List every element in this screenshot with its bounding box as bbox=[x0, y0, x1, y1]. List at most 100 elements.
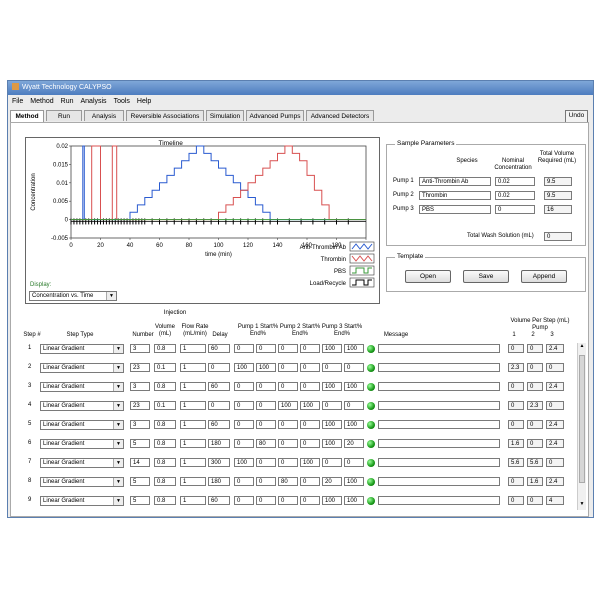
step-p3e-input[interactable]: 100 bbox=[344, 477, 364, 486]
step-vol-input[interactable]: 0.8 bbox=[154, 344, 176, 353]
step-delay-input[interactable]: 60 bbox=[208, 496, 230, 505]
step-p3s-input[interactable]: 0 bbox=[322, 363, 342, 372]
step-p2e-input[interactable]: 100 bbox=[300, 458, 320, 467]
step-p3e-input[interactable]: 0 bbox=[344, 401, 364, 410]
tab-advanced-pumps[interactable]: Advanced Pumps bbox=[246, 110, 304, 121]
step-vol-input[interactable]: 0.1 bbox=[154, 363, 176, 372]
pump-3-species-input[interactable]: PBS bbox=[419, 205, 491, 214]
pump-1-conc-input[interactable]: 0.02 bbox=[495, 177, 535, 186]
step-p1s-input[interactable]: 0 bbox=[234, 439, 254, 448]
step-p3e-input[interactable]: 100 bbox=[344, 496, 364, 505]
step-p2s-input[interactable]: 0 bbox=[278, 496, 298, 505]
step-flow-input[interactable]: 1 bbox=[180, 458, 206, 467]
step-num-input[interactable]: 5 bbox=[130, 477, 150, 486]
scroll-up-icon[interactable]: ▲ bbox=[578, 343, 586, 352]
tab-simulation[interactable]: Simulation bbox=[206, 110, 244, 121]
menu-analysis[interactable]: Analysis bbox=[80, 98, 106, 105]
step-p1e-input[interactable]: 0 bbox=[256, 458, 276, 467]
step-flow-input[interactable]: 1 bbox=[180, 439, 206, 448]
step-delay-input[interactable]: 60 bbox=[208, 382, 230, 391]
step-type-select[interactable]: Linear Gradient ▼ bbox=[40, 496, 124, 506]
step-p1s-input[interactable]: 0 bbox=[234, 420, 254, 429]
step-p3s-input[interactable]: 20 bbox=[322, 477, 342, 486]
step-p1e-input[interactable]: 0 bbox=[256, 382, 276, 391]
step-p2e-input[interactable]: 0 bbox=[300, 344, 320, 353]
step-flow-input[interactable]: 1 bbox=[180, 496, 206, 505]
template-append-button[interactable]: Append bbox=[521, 270, 567, 283]
menu-run[interactable]: Run bbox=[61, 98, 74, 105]
menu-method[interactable]: Method bbox=[30, 98, 53, 105]
step-p1e-input[interactable]: 80 bbox=[256, 439, 276, 448]
template-open-button[interactable]: Open bbox=[405, 270, 451, 283]
step-p2e-input[interactable]: 0 bbox=[300, 363, 320, 372]
step-p3e-input[interactable]: 100 bbox=[344, 420, 364, 429]
step-p1s-input[interactable]: 100 bbox=[234, 363, 254, 372]
step-p2s-input[interactable]: 0 bbox=[278, 439, 298, 448]
step-p1s-input[interactable]: 100 bbox=[234, 458, 254, 467]
tab-reversible-associations[interactable]: Reversible Associations bbox=[126, 110, 204, 121]
step-p2s-input[interactable]: 0 bbox=[278, 363, 298, 372]
step-delay-input[interactable]: 0 bbox=[208, 363, 230, 372]
step-num-input[interactable]: 23 bbox=[130, 363, 150, 372]
template-save-button[interactable]: Save bbox=[463, 270, 509, 283]
step-p3e-input[interactable]: 0 bbox=[344, 363, 364, 372]
step-flow-input[interactable]: 1 bbox=[180, 363, 206, 372]
step-num-input[interactable]: 23 bbox=[130, 401, 150, 410]
tab-advanced-detectors[interactable]: Advanced Detectors bbox=[306, 110, 374, 121]
step-p3s-input[interactable]: 0 bbox=[322, 401, 342, 410]
step-vol-input[interactable]: 0.8 bbox=[154, 420, 176, 429]
step-delay-input[interactable]: 60 bbox=[208, 344, 230, 353]
step-p2s-input[interactable]: 100 bbox=[278, 401, 298, 410]
step-p3s-input[interactable]: 100 bbox=[322, 420, 342, 429]
step-flow-input[interactable]: 1 bbox=[180, 477, 206, 486]
pump-2-species-input[interactable]: Thrombin bbox=[419, 191, 491, 200]
step-p1e-input[interactable]: 0 bbox=[256, 344, 276, 353]
step-message-input[interactable] bbox=[378, 458, 500, 467]
step-message-input[interactable] bbox=[378, 363, 500, 372]
step-p1s-input[interactable]: 0 bbox=[234, 401, 254, 410]
step-message-input[interactable] bbox=[378, 401, 500, 410]
step-p2s-input[interactable]: 80 bbox=[278, 477, 298, 486]
step-p1e-input[interactable]: 0 bbox=[256, 401, 276, 410]
step-p2e-input[interactable]: 0 bbox=[300, 439, 320, 448]
step-delay-input[interactable]: 300 bbox=[208, 458, 230, 467]
step-p1s-input[interactable]: 0 bbox=[234, 496, 254, 505]
step-p3s-input[interactable]: 0 bbox=[322, 458, 342, 467]
step-p3e-input[interactable]: 0 bbox=[344, 458, 364, 467]
step-message-input[interactable] bbox=[378, 382, 500, 391]
step-p3e-input[interactable]: 100 bbox=[344, 344, 364, 353]
scroll-thumb[interactable] bbox=[579, 355, 585, 483]
step-delay-input[interactable]: 60 bbox=[208, 420, 230, 429]
step-p1e-input[interactable]: 0 bbox=[256, 496, 276, 505]
step-p3e-input[interactable]: 20 bbox=[344, 439, 364, 448]
step-type-select[interactable]: Linear Gradient ▼ bbox=[40, 401, 124, 411]
step-message-input[interactable] bbox=[378, 477, 500, 486]
title-bar[interactable]: Wyatt Technology CALYPSO bbox=[8, 81, 593, 95]
step-delay-input[interactable]: 0 bbox=[208, 401, 230, 410]
tab-method[interactable]: Method bbox=[10, 110, 44, 122]
step-p1e-input[interactable]: 100 bbox=[256, 363, 276, 372]
step-vol-input[interactable]: 0.8 bbox=[154, 477, 176, 486]
step-p3s-input[interactable]: 100 bbox=[322, 382, 342, 391]
step-p1s-input[interactable]: 0 bbox=[234, 382, 254, 391]
step-type-select[interactable]: Linear Gradient ▼ bbox=[40, 344, 124, 354]
step-p2s-input[interactable]: 0 bbox=[278, 344, 298, 353]
step-flow-input[interactable]: 1 bbox=[180, 344, 206, 353]
step-num-input[interactable]: 5 bbox=[130, 496, 150, 505]
step-p2e-input[interactable]: 0 bbox=[300, 420, 320, 429]
step-flow-input[interactable]: 1 bbox=[180, 382, 206, 391]
step-num-input[interactable]: 3 bbox=[130, 344, 150, 353]
step-p3s-input[interactable]: 100 bbox=[322, 439, 342, 448]
step-type-select[interactable]: Linear Gradient ▼ bbox=[40, 458, 124, 468]
tab-run[interactable]: Run bbox=[46, 110, 82, 121]
step-p2e-input[interactable]: 0 bbox=[300, 477, 320, 486]
step-vol-input[interactable]: 0.8 bbox=[154, 496, 176, 505]
step-p2e-input[interactable]: 0 bbox=[300, 382, 320, 391]
step-type-select[interactable]: Linear Gradient ▼ bbox=[40, 382, 124, 392]
step-vol-input[interactable]: 0.8 bbox=[154, 439, 176, 448]
step-vol-input[interactable]: 0.1 bbox=[154, 401, 176, 410]
step-p3s-input[interactable]: 100 bbox=[322, 344, 342, 353]
step-message-input[interactable] bbox=[378, 439, 500, 448]
step-p3e-input[interactable]: 100 bbox=[344, 382, 364, 391]
step-p1s-input[interactable]: 0 bbox=[234, 344, 254, 353]
